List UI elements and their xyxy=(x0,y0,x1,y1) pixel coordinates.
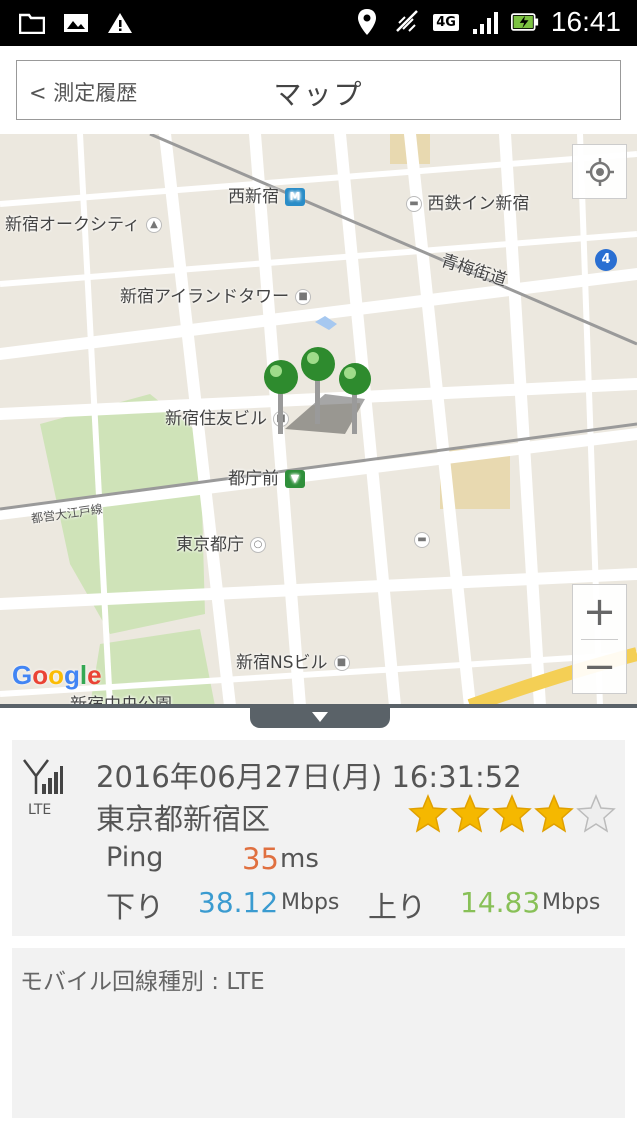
page-title: マップ xyxy=(273,78,364,111)
antenna-signal-icon xyxy=(23,759,63,794)
ping-value: 35 xyxy=(242,842,279,876)
crosshair-icon xyxy=(585,157,614,186)
folder-icon xyxy=(18,10,46,36)
warning-icon xyxy=(106,10,134,36)
map-label-island-tower: 新宿アイランドタワー ■ xyxy=(120,282,312,307)
my-location-button[interactable] xyxy=(572,144,627,199)
star-filled-icon xyxy=(450,794,490,833)
carrier-info-card: モバイル回線種別 : LTE xyxy=(12,948,625,1118)
route-4-shield: 4 xyxy=(595,249,617,271)
measurement-result-card[interactable]: LTE 2016年06月27日(月) 16:31:52 東京都新宿区 Ping … xyxy=(12,740,625,936)
map-label-tochomae: 都庁前 ▼ xyxy=(228,464,305,489)
upload-label: 上り xyxy=(368,890,427,924)
map-view[interactable]: 西新宿 M ▬ 西鉄イン新宿 新宿オークシティ ▲ 青梅街道 4 新宿アイランドタワ… xyxy=(0,134,637,706)
building-icon: ■ xyxy=(333,655,350,671)
upload-unit: Mbps xyxy=(542,890,601,915)
download-value: 38.12 xyxy=(198,886,279,919)
chevron-down-icon xyxy=(312,712,328,722)
ping-label: Ping xyxy=(106,842,164,873)
network-type-label: LTE xyxy=(28,802,52,818)
measurement-area: 東京都新宿区 xyxy=(96,802,271,836)
measurement-datetime: 2016年06月27日(月) 16:31:52 xyxy=(96,760,522,794)
collapse-panel-handle[interactable] xyxy=(250,706,390,728)
upload-value: 14.83 xyxy=(460,886,541,919)
star-filled-icon xyxy=(534,794,574,833)
battery-charging-icon xyxy=(510,9,539,35)
station-icon: ▼ xyxy=(285,470,305,488)
zoom-out-button[interactable]: − xyxy=(573,640,626,694)
signal-icon xyxy=(471,9,499,35)
status-bar: 4G 16:41 xyxy=(0,0,637,46)
star-filled-icon xyxy=(408,794,448,833)
download-unit: Mbps xyxy=(281,890,340,915)
rating-stars xyxy=(408,794,616,834)
star-empty-icon xyxy=(576,794,616,833)
header-bar: < 測定履歴 マップ xyxy=(16,60,621,120)
vibrate-off-icon xyxy=(393,9,421,35)
map-label-ns-building: 新宿NSビル ■ xyxy=(236,648,350,673)
location-icon xyxy=(353,9,381,35)
star-filled-icon xyxy=(492,794,532,833)
map-label-nishitetsu-inn: ▬ 西鉄イン新宿 xyxy=(400,189,529,214)
network-type-badge: 4G xyxy=(433,13,459,31)
shopping-icon: ▲ xyxy=(145,217,162,233)
image-icon xyxy=(62,10,90,36)
ping-unit: ms xyxy=(280,844,319,874)
hotel-icon: ▬ xyxy=(414,532,430,548)
government-icon: ○ xyxy=(250,537,266,553)
google-logo: Google xyxy=(12,660,102,690)
download-label: 下り xyxy=(106,890,165,924)
measurement-pins[interactable] xyxy=(255,339,385,449)
zoom-controls: + − xyxy=(572,584,627,694)
zoom-in-button[interactable]: + xyxy=(573,585,626,639)
map-label-hotel: ▬ xyxy=(408,530,430,550)
hotel-icon: ▬ xyxy=(406,196,422,212)
status-time: 16:41 xyxy=(550,6,621,37)
metro-station-icon: M xyxy=(285,188,305,206)
carrier-type-text: モバイル回線種別 : LTE xyxy=(20,969,265,995)
map-label-okucity: 新宿オークシティ ▲ xyxy=(5,210,162,235)
map-label-nishi-shinjuku: 西新宿 M xyxy=(228,182,305,207)
building-icon: ■ xyxy=(295,289,312,305)
map-label-tokyo-tocho: 東京都庁 ○ xyxy=(176,530,266,555)
